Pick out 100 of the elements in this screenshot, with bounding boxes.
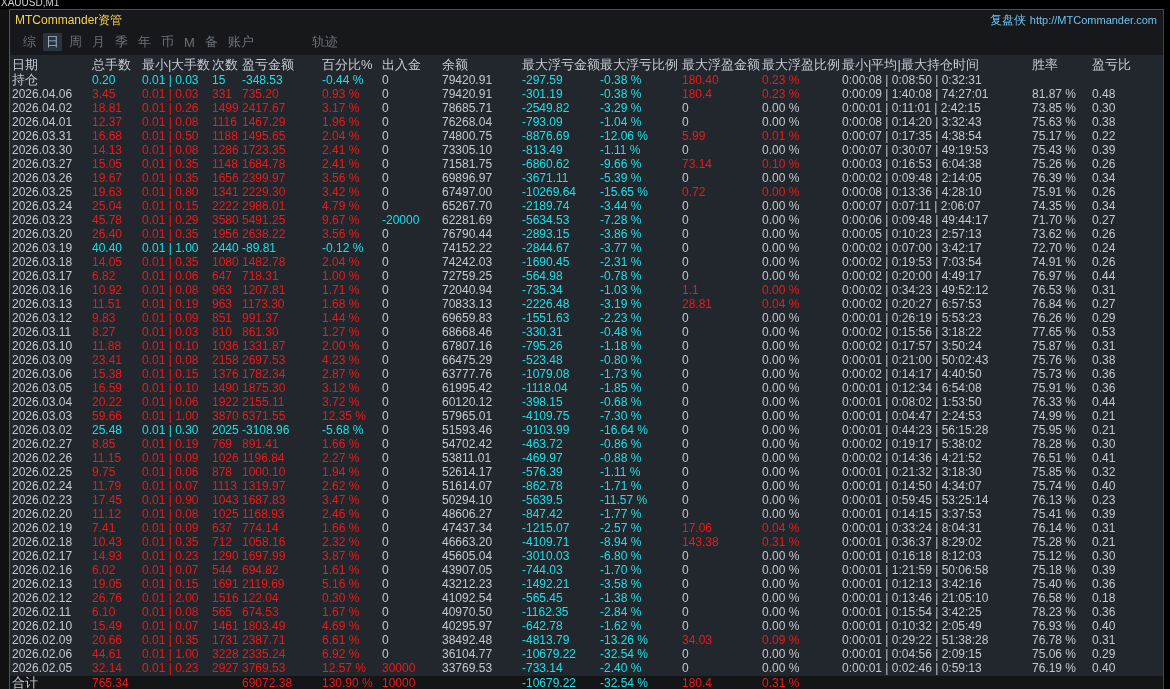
period-tab[interactable]: 账户: [224, 33, 257, 51]
table-cell-text: 1922: [212, 395, 240, 409]
table-cell-text: 0: [382, 479, 390, 493]
table-cell-text: 0.00 %: [762, 171, 801, 185]
table-cell-text: 0.01 | 0.03: [142, 87, 200, 101]
period-tab[interactable]: 季: [112, 33, 131, 51]
table-cell-text: 0.01 | 0.09: [142, 451, 200, 465]
table-cell-text: 2026.03.12: [12, 311, 74, 325]
table-cell-text: 0.10 %: [762, 157, 801, 171]
table-cell-text: 1116: [212, 115, 238, 129]
column-header: 总手数: [92, 57, 132, 73]
table-cell-text: 0.40: [1092, 661, 1117, 675]
table-cell-text: 75.76 %: [1032, 353, 1078, 367]
table-cell-text: 2119.69: [242, 577, 286, 591]
table-cell-text: 54702.42: [442, 437, 494, 451]
period-tab[interactable]: 周: [66, 33, 85, 51]
website-link[interactable]: http://MTCommander.com: [1029, 14, 1157, 26]
table-cell-text: 180.4: [682, 87, 714, 101]
table-cell-text: 72040.94: [442, 283, 494, 297]
table-cell-text: 1286: [212, 143, 240, 157]
table-cell-text: 45.78: [92, 213, 124, 227]
table-cell-text: 6.10: [92, 605, 117, 619]
table-cell-text: 2387.71: [242, 633, 287, 647]
table-cell-text: 77.65 %: [1032, 325, 1078, 339]
period-tab[interactable]: 月: [89, 33, 108, 51]
table-cell-text: -1.38 %: [600, 591, 643, 605]
table-cell-text: 0.53: [1092, 325, 1117, 339]
table-cell-text: 66475.29: [442, 353, 494, 367]
table-cell-text: 0: [382, 619, 390, 633]
table-cell-text: 963: [212, 297, 234, 311]
table-cell-text: 0: [382, 521, 390, 535]
table-cell-text: 8.27: [92, 325, 117, 339]
period-tab[interactable]: 币: [158, 33, 177, 51]
table-cell-text: 2222: [212, 199, 240, 213]
period-tab[interactable]: 轨迹: [308, 33, 341, 51]
table-cell-text: 861.30: [242, 325, 280, 339]
table-cell-text: 0.39: [1092, 507, 1117, 521]
table-cell-text: 1482.78: [242, 255, 287, 269]
table-cell-text: -0.38 %: [600, 73, 643, 87]
table-cell-text: 0.93 %: [322, 87, 361, 101]
table-cell-text: 0.00 %: [762, 255, 801, 269]
table-cell-text: 0: [382, 451, 390, 465]
table-cell-text: 774.14: [242, 521, 280, 535]
table-cell-text: 76.53 %: [1032, 283, 1078, 297]
table-cell-text: 0.01 | 0.35: [142, 255, 200, 269]
table-cell-text: 0:00:01 | 0:13:46 | 21:05:10: [842, 591, 990, 605]
table-cell-text: 3580: [212, 213, 240, 227]
period-tab[interactable]: 综: [20, 33, 39, 51]
table-cell-text: 712: [212, 535, 234, 549]
table-cell-text: 1188: [212, 129, 239, 143]
table-cell-text: -4109.71: [522, 535, 571, 549]
table-cell-text: 2417.67: [242, 101, 287, 115]
table-cell-text: 2229.30: [242, 185, 287, 199]
table-cell-text: 0.23: [1092, 493, 1117, 507]
period-tab[interactable]: 日: [43, 33, 62, 51]
table-cell-text: 0.31: [1092, 633, 1117, 647]
table-cell-text: 14.93: [92, 549, 124, 563]
table-cell-text: 75.26 %: [1032, 157, 1078, 171]
period-tab[interactable]: M: [181, 33, 198, 51]
table-cell-text: 69659.83: [442, 311, 494, 325]
table-cell-text: 0.30 %: [322, 591, 361, 605]
table-cell-text: -9.66 %: [600, 157, 643, 171]
table-cell-text: 0.01 | 0.15: [142, 577, 200, 591]
table-cell-text: 0.01 | 0.80: [142, 185, 200, 199]
table-cell-text: 1687.83: [242, 493, 287, 507]
table-cell-text: 0.01 | 0.30: [142, 423, 200, 437]
table-cell-text: 0.00 %: [762, 619, 801, 633]
table-cell-text: 75.18 %: [1032, 563, 1078, 577]
period-tab[interactable]: 备: [201, 33, 221, 51]
table-cell-text: 2026.02.12: [12, 591, 74, 605]
table-cell-text: 0:00:01 | 0:26:19 | 5:53:23: [842, 311, 983, 325]
table-cell-text: 0: [382, 269, 390, 283]
table-cell-text: 5.16 %: [322, 577, 361, 591]
table-cell-text: -348.53: [242, 73, 284, 87]
table-cell-text: 0.00 %: [762, 591, 801, 605]
period-tab[interactable]: 年: [135, 33, 154, 51]
table-cell-text: 0.01 | 0.19: [142, 437, 200, 451]
table-cell-text: 76.93 %: [1032, 619, 1078, 633]
table-cell-text: 71.70 %: [1032, 213, 1078, 227]
table-cell-text: 0.00 %: [762, 353, 801, 367]
table-cell-text: 0:00:09 | 1:40:08 | 74:27:01: [842, 87, 990, 101]
table-cell-text: 2638.22: [242, 227, 287, 241]
table-cell-text: 1.27 %: [322, 325, 361, 339]
table-cell-text: 0:00:01 | 0:12:34 | 6:54:08: [842, 381, 983, 395]
table-cell-text: 14.05: [92, 255, 124, 269]
table-cell-text: 544: [212, 563, 234, 577]
table-cell-text: 0: [382, 339, 390, 353]
table-cell-text: 14.13: [92, 143, 124, 157]
table-cell-text: 0.01 | 0.15: [142, 199, 200, 213]
table-cell-text: 0.23 %: [762, 87, 801, 101]
table-cell-text: 331: [212, 87, 234, 101]
table-cell-text: 0.01 | 0.35: [142, 227, 200, 241]
table-cell-text: 43907.05: [442, 563, 494, 577]
table-cell-text: -12.06 %: [600, 129, 650, 143]
table-cell-text: 0:00:01 | 0:33:24 | 8:04:31: [842, 521, 983, 535]
table-cell-text: 0:00:02 | 0:19:53 | 7:03:54: [842, 255, 983, 269]
table-cell-text: 0: [382, 157, 390, 171]
table-cell-text: 0: [682, 367, 690, 381]
table-cell-text: 5.99: [682, 129, 707, 143]
table-cell-text: 28.81: [682, 297, 714, 311]
